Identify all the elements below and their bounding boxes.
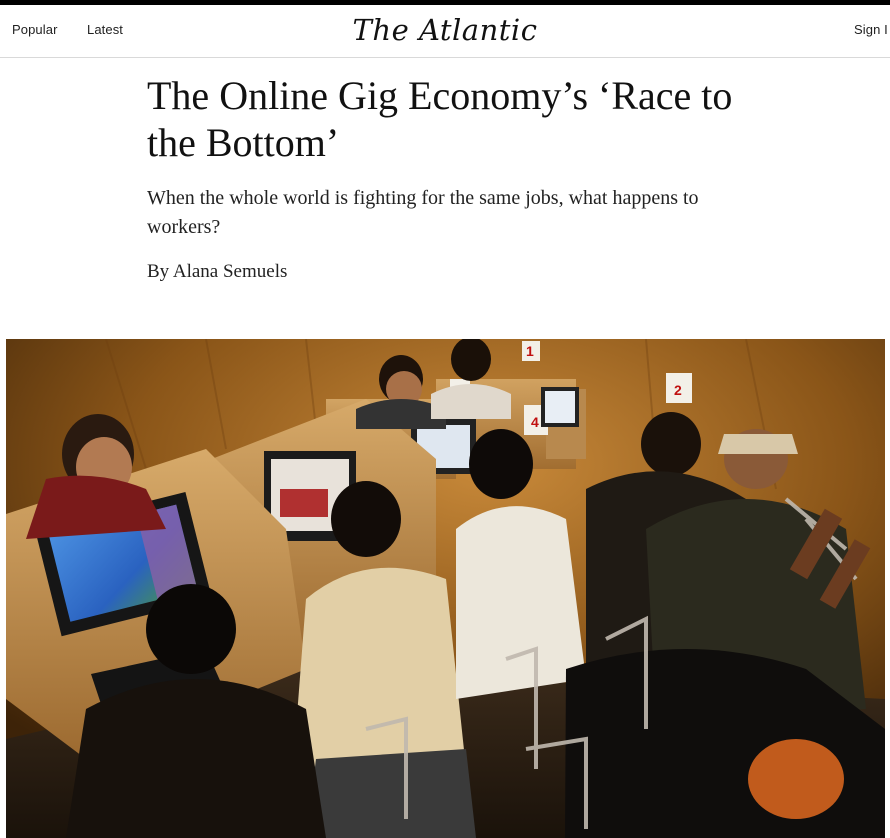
site-logo: The Atlantic bbox=[0, 13, 890, 47]
cubicle-number-4: 4 bbox=[531, 414, 539, 430]
cubicle-number-2: 2 bbox=[674, 382, 682, 398]
site-header: Popular Latest The Atlantic Sign I bbox=[0, 5, 890, 58]
article-headline: The Online Gig Economy’s ‘Race to the Bo… bbox=[147, 73, 733, 165]
cubicle-number-1: 1 bbox=[526, 343, 534, 359]
hero-image: 1 2 3 4 6 bbox=[6, 339, 885, 838]
logo-link[interactable]: The Atlantic bbox=[353, 13, 538, 47]
article-byline: By Alana Semuels bbox=[147, 261, 288, 282]
article-dek: When the whole world is fighting for the… bbox=[147, 187, 699, 238]
hero-photo-illustration: 1 2 3 4 6 bbox=[6, 339, 885, 838]
sign-in-link[interactable]: Sign I bbox=[854, 22, 888, 37]
